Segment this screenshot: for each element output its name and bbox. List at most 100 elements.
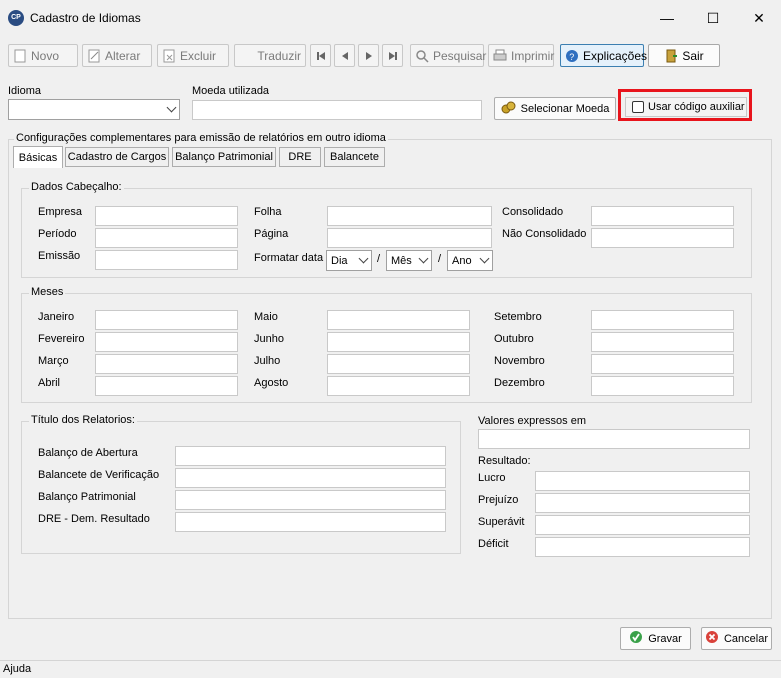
maio-input[interactable]	[327, 310, 470, 330]
explicacoes-button[interactable]: ? Explicações	[560, 44, 648, 67]
nao-consolidado-input[interactable]	[591, 228, 734, 248]
month-label: Dezembro	[494, 377, 545, 389]
fevereiro-input[interactable]	[95, 332, 238, 352]
lucro-label: Lucro	[478, 472, 506, 484]
ano-select[interactable]: Ano	[447, 250, 493, 271]
pagina-input[interactable]	[327, 228, 492, 248]
usar-codigo-checkbox[interactable]: Usar código auxiliar	[625, 97, 747, 117]
alterar-button[interactable]: Alterar	[82, 44, 152, 67]
month-label: Julho	[254, 355, 281, 367]
status-bar: Ajuda	[0, 660, 781, 678]
valores-input[interactable]	[478, 429, 750, 449]
novembro-input[interactable]	[591, 354, 734, 374]
balanco-patrimonial-input[interactable]	[175, 490, 446, 510]
next-record-button[interactable]	[358, 44, 379, 67]
deficit-input[interactable]	[535, 537, 750, 557]
tab-dre[interactable]: DRE	[279, 147, 321, 167]
tab-cadastro-cargos[interactable]: Cadastro de Cargos	[65, 147, 169, 167]
janeiro-input[interactable]	[95, 310, 238, 330]
junho-input[interactable]	[327, 332, 470, 352]
titulos-title: Título dos Relatorios:	[29, 414, 137, 426]
report-title-label: Balanço de Abertura	[38, 447, 138, 459]
agosto-input[interactable]	[327, 376, 470, 396]
report-title-label: Balanço Patrimonial	[38, 491, 136, 503]
close-button[interactable]: ✕	[736, 0, 781, 36]
deficit-label: Déficit	[478, 538, 509, 550]
month-label: Agosto	[254, 377, 289, 389]
cancel-icon	[705, 630, 719, 647]
julho-input[interactable]	[327, 354, 470, 374]
balanco-abertura-input[interactable]	[175, 446, 446, 466]
moeda-input[interactable]	[192, 100, 482, 120]
outubro-input[interactable]	[591, 332, 734, 352]
emissao-input[interactable]	[95, 250, 238, 270]
periodo-input[interactable]	[95, 228, 238, 248]
emissao-label: Emissão	[38, 250, 81, 262]
meses-title: Meses	[29, 286, 66, 298]
new-document-icon	[13, 49, 27, 63]
empresa-input[interactable]	[95, 206, 238, 226]
tab-balanco-patrimonial[interactable]: Balanço Patrimonial	[172, 147, 276, 167]
gravar-label: Gravar	[648, 632, 682, 645]
pesquisar-label: Pesquisar	[433, 48, 487, 63]
printer-icon	[493, 49, 507, 63]
alterar-label: Alterar	[105, 48, 141, 63]
cancelar-button[interactable]: Cancelar	[701, 627, 772, 650]
svg-text:?: ?	[569, 52, 574, 62]
maximize-button[interactable]: ☐	[690, 0, 736, 36]
edit-document-icon	[87, 49, 101, 63]
abril-input[interactable]	[95, 376, 238, 396]
excluir-button[interactable]: Excluir	[157, 44, 229, 67]
sair-button[interactable]: Sair	[648, 44, 720, 67]
mes-select[interactable]: Mês	[386, 250, 432, 271]
prev-icon	[341, 51, 348, 60]
valores-label: Valores expressos em	[478, 415, 587, 427]
novo-button[interactable]: Novo	[8, 44, 78, 67]
help-icon: ?	[565, 49, 579, 63]
lucro-input[interactable]	[535, 471, 750, 491]
month-label: Fevereiro	[38, 333, 85, 345]
explicacoes-label: Explicações	[583, 48, 648, 63]
folha-label: Folha	[254, 206, 282, 218]
idioma-select[interactable]	[8, 99, 180, 120]
delete-document-icon	[162, 49, 176, 63]
pesquisar-button[interactable]: Pesquisar	[410, 44, 487, 67]
prev-record-button[interactable]	[334, 44, 355, 67]
search-icon	[415, 49, 429, 63]
traduzir-button[interactable]: Traduzir	[234, 44, 306, 67]
last-record-button[interactable]	[382, 44, 403, 67]
month-label: Março	[38, 355, 69, 367]
chevron-down-icon	[418, 253, 429, 264]
prejuizo-input[interactable]	[535, 493, 750, 513]
month-label: Abril	[38, 377, 61, 389]
novo-label: Novo	[31, 48, 60, 63]
imprimir-label: Imprimir	[511, 48, 555, 63]
imprimir-button[interactable]: Imprimir	[488, 44, 554, 67]
first-icon	[316, 51, 325, 60]
tab-basicas[interactable]: Básicas	[13, 146, 63, 168]
setembro-input[interactable]	[591, 310, 734, 330]
check-icon	[629, 630, 643, 647]
selecionar-moeda-button[interactable]: Selecionar Moeda	[494, 97, 616, 120]
title-bar: CP Cadastro de Idiomas — ☐ ✕	[0, 0, 781, 36]
dia-select[interactable]: Dia	[326, 250, 372, 271]
marco-input[interactable]	[95, 354, 238, 374]
superavit-input[interactable]	[535, 515, 750, 535]
app-icon: CP	[8, 10, 24, 26]
tab-balancete[interactable]: Balancete	[324, 147, 385, 167]
checkbox-box[interactable]	[632, 101, 644, 113]
month-label: Janeiro	[38, 311, 75, 323]
minimize-button[interactable]: —	[644, 0, 690, 36]
config-label: Configurações complementares para emissã…	[14, 132, 388, 144]
exit-door-icon	[664, 49, 678, 63]
dezembro-input[interactable]	[591, 376, 734, 396]
consolidado-input[interactable]	[591, 206, 734, 226]
consolidado-label: Consolidado	[502, 206, 564, 218]
balancete-verificacao-input[interactable]	[175, 468, 446, 488]
dre-resultado-input[interactable]	[175, 512, 446, 532]
resultado-label: Resultado:	[478, 455, 531, 467]
folha-input[interactable]	[327, 206, 492, 226]
gravar-button[interactable]: Gravar	[620, 627, 691, 650]
next-icon	[365, 51, 372, 60]
first-record-button[interactable]	[310, 44, 331, 67]
